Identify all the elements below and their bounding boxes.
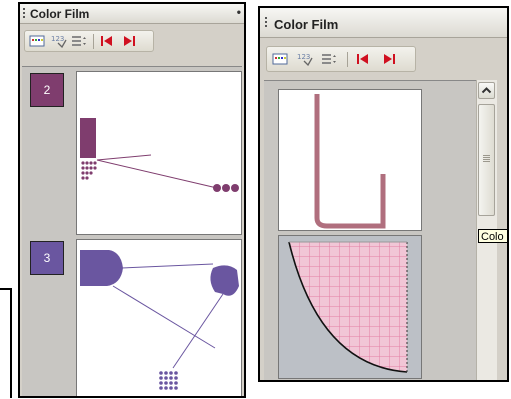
toolbar-separator	[347, 52, 348, 67]
frame-3-artwork	[80, 250, 239, 390]
frame-thumbnail[interactable]	[278, 89, 422, 231]
left-color-film-panel: Color Film • 123 2 3	[18, 2, 246, 398]
go-first-icon[interactable]	[355, 52, 371, 66]
frame-thumbnail-selected[interactable]	[278, 235, 422, 379]
toolbar-separator	[93, 34, 94, 49]
drag-grip-icon[interactable]	[23, 8, 25, 20]
panel-toolbar: 123	[266, 46, 416, 72]
frame-number-badge[interactable]: 3	[30, 241, 64, 275]
thumbnail-view-icon[interactable]	[272, 52, 288, 66]
frame-thumbnail[interactable]	[76, 71, 242, 235]
chevron-up-icon	[481, 87, 492, 94]
frame-1-artwork	[314, 94, 386, 229]
panel-toolbar: 123	[24, 30, 154, 52]
go-last-icon[interactable]	[121, 34, 137, 48]
pin-icon[interactable]: •	[237, 5, 241, 19]
svg-text:123: 123	[297, 53, 310, 61]
drag-grip-icon[interactable]	[265, 17, 267, 29]
frame-number-badge[interactable]: 2	[30, 73, 64, 107]
thumbnail-view-icon[interactable]	[29, 34, 45, 48]
grip-lines-icon	[483, 155, 490, 162]
frame-2-artwork	[288, 241, 408, 373]
panel-titlebar[interactable]: Color Film •	[20, 4, 244, 24]
go-last-icon[interactable]	[381, 52, 397, 66]
panel-title: Color Film	[274, 17, 339, 32]
list-options-icon[interactable]	[71, 34, 87, 48]
tooltip: Colo	[478, 229, 507, 243]
frame-line	[10, 288, 12, 398]
film-strip: 2 3	[22, 66, 242, 396]
list-options-icon[interactable]	[321, 52, 337, 66]
panel-titlebar[interactable]: Color Film	[260, 8, 507, 38]
frame-thumbnail[interactable]	[76, 239, 242, 396]
panel-title: Color Film	[30, 7, 90, 21]
film-strip	[264, 80, 476, 380]
scroll-thumb[interactable]	[478, 104, 495, 216]
scroll-up-button[interactable]	[478, 82, 495, 99]
numbering-icon[interactable]: 123	[297, 52, 313, 66]
go-first-icon[interactable]	[99, 34, 115, 48]
frame-2-artwork	[80, 118, 239, 192]
numbering-icon[interactable]: 123	[51, 34, 67, 48]
svg-text:123: 123	[51, 35, 64, 43]
right-color-film-panel: Color Film 123 Colo	[258, 6, 509, 382]
